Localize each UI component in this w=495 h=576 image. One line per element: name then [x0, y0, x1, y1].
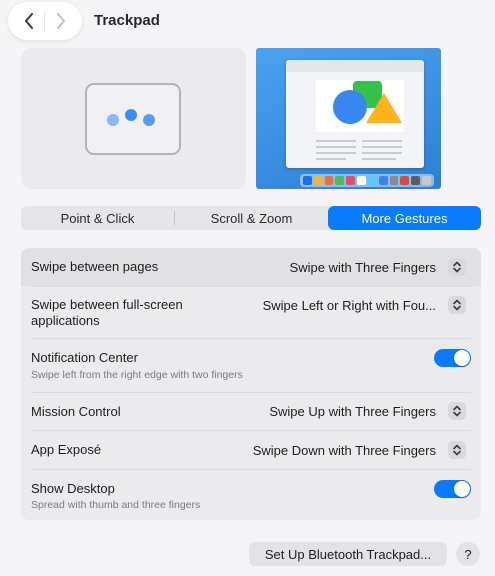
- finger-dot: [143, 114, 155, 126]
- tab-label: More Gestures: [361, 210, 448, 226]
- setting-value: Swipe Down with Three Fingers: [252, 443, 436, 458]
- notification-center-toggle[interactable]: [434, 349, 471, 367]
- show-desktop-toggle[interactable]: [434, 480, 471, 498]
- gesture-tabs: Point & Click Scroll & Zoom More Gesture…: [21, 206, 481, 230]
- page-title: Trackpad: [94, 12, 160, 29]
- preview-window: [286, 60, 424, 168]
- setting-label: Notification Center: [31, 350, 138, 365]
- setting-label: Show Desktop: [31, 481, 115, 496]
- help-icon: ?: [464, 546, 472, 562]
- back-button[interactable]: [15, 7, 43, 35]
- show-desktop-row: Show Desktop Spread with thumb and three…: [21, 470, 481, 520]
- gestures-settings-list: Swipe between pages Swipe with Three Fin…: [21, 248, 481, 520]
- setting-label: Mission Control: [31, 404, 121, 419]
- app-expose-row[interactable]: App Exposé Swipe Down with Three Fingers: [21, 431, 481, 469]
- trackpad-illustration: [85, 83, 181, 155]
- toggle-knob: [454, 481, 470, 497]
- swipe-fullscreen-apps-row[interactable]: Swipe between full-screen applications S…: [21, 287, 481, 338]
- setting-value: Swipe with Three Fingers: [289, 260, 436, 275]
- gesture-preview-image: [256, 48, 441, 189]
- shapes-illustration: [333, 81, 402, 124]
- help-button[interactable]: ?: [456, 542, 480, 566]
- preview-shapes: [316, 80, 404, 132]
- mission-control-row[interactable]: Mission Control Swipe Up with Three Fing…: [21, 393, 481, 430]
- chevron-left-icon: [24, 13, 33, 29]
- chevron-right-icon: [57, 13, 66, 29]
- swipe-between-pages-row[interactable]: Swipe between pages Swipe with Three Fin…: [21, 248, 481, 286]
- popup-stepper-icon[interactable]: [448, 258, 466, 276]
- nav-divider: [44, 11, 46, 31]
- tab-label: Point & Click: [60, 210, 135, 226]
- popup-stepper-icon[interactable]: [448, 296, 466, 314]
- preview-dock: [300, 174, 434, 187]
- popup-stepper-icon[interactable]: [448, 441, 466, 459]
- tab-point-click[interactable]: Point & Click: [21, 206, 174, 230]
- finger-dot: [107, 114, 119, 126]
- setting-description: Swipe left from the right edge with two …: [31, 369, 243, 381]
- toggle-knob: [454, 350, 470, 366]
- trackpad-preview: [21, 48, 246, 189]
- setting-description: Spread with thumb and three fingers: [31, 499, 201, 511]
- button-label: Set Up Bluetooth Trackpad...: [264, 546, 432, 562]
- setting-label: Swipe between pages: [31, 259, 159, 274]
- setup-bluetooth-trackpad-button[interactable]: Set Up Bluetooth Trackpad...: [249, 542, 447, 566]
- setting-label: App Exposé: [31, 442, 102, 457]
- notification-center-row: Notification Center Swipe left from the …: [21, 339, 481, 392]
- setting-value: Swipe Up with Three Fingers: [269, 404, 436, 419]
- finger-dot: [125, 109, 137, 121]
- tab-more-gestures[interactable]: More Gestures: [328, 206, 481, 230]
- setting-label: Swipe between full-screen applications: [31, 297, 183, 328]
- navigation-buttons: [8, 2, 82, 40]
- tab-scroll-zoom[interactable]: Scroll & Zoom: [175, 206, 328, 230]
- forward-button[interactable]: [47, 7, 75, 35]
- popup-stepper-icon[interactable]: [448, 402, 466, 420]
- tab-label: Scroll & Zoom: [210, 210, 293, 226]
- setting-value: Swipe Left or Right with Fou...: [262, 298, 436, 313]
